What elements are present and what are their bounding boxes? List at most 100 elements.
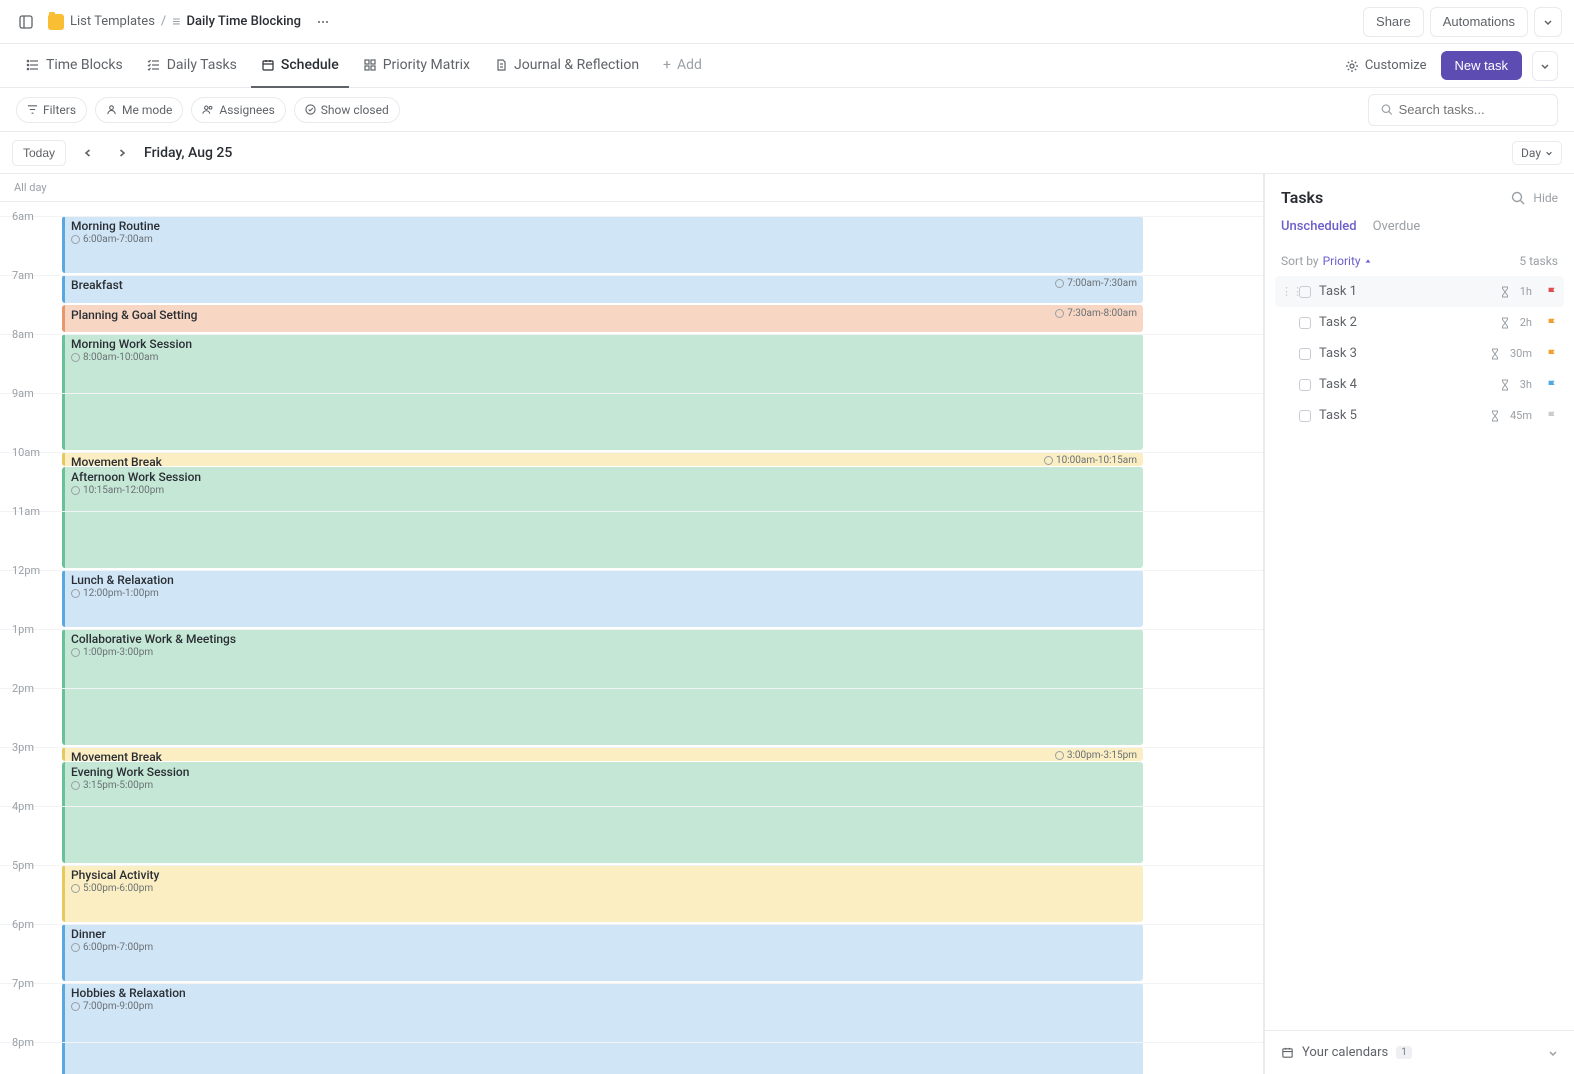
customize-label: Customize <box>1365 58 1427 73</box>
event-title: Movement Break <box>71 455 1137 466</box>
breadcrumb: List Templates / ≡ Daily Time Blocking <box>48 8 337 36</box>
tab-time-blocks[interactable]: Time Blocks <box>16 44 133 88</box>
task-name: Task 1 <box>1319 284 1492 299</box>
tab-journal-reflection[interactable]: Journal & Reflection <box>484 44 649 88</box>
calendar-event[interactable]: Collaborative Work & Meetings1:00pm-3:00… <box>62 629 1143 745</box>
automations-button[interactable]: Automations <box>1430 7 1528 37</box>
hour-label: 12pm <box>12 564 40 577</box>
tasks-search-icon[interactable] <box>1511 191 1525 205</box>
hour-row <box>0 1042 1263 1043</box>
event-time: 6:00am-7:00am <box>83 234 153 245</box>
calendar-event[interactable]: Physical Activity5:00pm-6:00pm <box>62 865 1143 922</box>
current-date: Friday, Aug 25 <box>144 145 232 161</box>
hourglass-icon <box>1500 286 1510 298</box>
calendar-event[interactable]: Breakfast7:00am-7:30am <box>62 275 1143 303</box>
tab-label: Schedule <box>281 57 339 73</box>
share-button[interactable]: Share <box>1363 7 1424 37</box>
today-button[interactable]: Today <box>12 140 66 166</box>
page-title[interactable]: Daily Time Blocking <box>186 14 301 29</box>
breadcrumb-separator: / <box>161 14 166 29</box>
task-item[interactable]: ⋮⋮Task 330m <box>1275 338 1564 369</box>
clock-icon <box>71 486 80 495</box>
list-icon <box>26 58 40 72</box>
search-input[interactable] <box>1399 102 1545 117</box>
view-mode-select[interactable]: Day <box>1512 141 1562 165</box>
task-checkbox[interactable] <box>1299 410 1311 422</box>
add-view-button[interactable]: + Add <box>653 44 712 88</box>
automations-dropdown[interactable] <box>1534 7 1562 37</box>
calendar-event[interactable]: Dinner6:00pm-7:00pm <box>62 924 1143 981</box>
calendar-event[interactable]: Lunch & Relaxation12:00pm-1:00pm <box>62 570 1143 627</box>
new-task-button[interactable]: New task <box>1441 51 1522 80</box>
tab-priority-matrix[interactable]: Priority Matrix <box>353 44 480 88</box>
task-item[interactable]: ⋮⋮Task 43h <box>1275 369 1564 400</box>
search-input-wrapper[interactable] <box>1368 94 1558 126</box>
hour-row <box>0 865 1263 866</box>
task-duration: 3h <box>1520 378 1532 391</box>
calendar-grid[interactable]: Morning Routine6:00am-7:00amBreakfast7:0… <box>0 202 1263 1074</box>
tab-label: Time Blocks <box>46 57 123 73</box>
tab-daily-tasks[interactable]: Daily Tasks <box>137 44 247 88</box>
calendar-event[interactable]: Movement Break10:00am-10:15am <box>62 452 1143 466</box>
hour-label: 8pm <box>12 1036 34 1049</box>
all-day-row[interactable]: All day <box>0 174 1263 202</box>
hourglass-icon <box>1500 379 1510 391</box>
flag-icon <box>1546 286 1558 298</box>
hour-row <box>0 570 1263 571</box>
me-mode-chip[interactable]: Me mode <box>95 97 183 123</box>
clock-icon <box>71 353 80 362</box>
sidebar-toggle-icon[interactable] <box>12 8 40 36</box>
hour-label: 2pm <box>12 682 34 695</box>
calendar-event[interactable]: Hobbies & Relaxation7:00pm-9:00pm <box>62 983 1143 1074</box>
calendar-icon <box>1281 1046 1294 1059</box>
tab-label: Journal & Reflection <box>514 57 639 73</box>
task-item[interactable]: ⋮⋮Task 545m <box>1275 400 1564 431</box>
task-duration: 2h <box>1520 316 1532 329</box>
assignees-chip[interactable]: Assignees <box>191 97 285 123</box>
tab-schedule[interactable]: Schedule <box>251 44 349 88</box>
calendar-event[interactable]: Morning Routine6:00am-7:00am <box>62 216 1143 273</box>
task-checkbox[interactable] <box>1299 379 1311 391</box>
hide-tasks-button[interactable]: Hide <box>1533 191 1558 205</box>
event-title: Morning Work Session <box>71 337 1137 351</box>
tab-overdue[interactable]: Overdue <box>1373 219 1421 238</box>
tab-unscheduled[interactable]: Unscheduled <box>1281 219 1357 238</box>
new-task-dropdown[interactable] <box>1532 51 1558 81</box>
hour-row <box>0 452 1263 453</box>
task-checkbox[interactable] <box>1299 286 1311 298</box>
calendar-event[interactable]: Movement Break3:00pm-3:15pm <box>62 747 1143 761</box>
prev-day-button[interactable] <box>76 141 100 165</box>
flag-icon <box>1546 410 1558 422</box>
more-icon[interactable] <box>309 8 337 36</box>
filters-chip[interactable]: Filters <box>16 97 87 123</box>
calendar-event[interactable]: Planning & Goal Setting7:30am-8:00am <box>62 305 1143 333</box>
task-item[interactable]: ⋮⋮Task 22h <box>1275 307 1564 338</box>
breadcrumb-parent[interactable]: List Templates <box>70 14 155 29</box>
your-calendars-toggle[interactable]: Your calendars 1 <box>1265 1030 1574 1074</box>
hour-row <box>0 629 1263 630</box>
customize-button[interactable]: Customize <box>1335 52 1437 79</box>
drag-handle-icon[interactable]: ⋮⋮ <box>1281 285 1291 298</box>
show-closed-chip[interactable]: Show closed <box>294 97 400 123</box>
event-time: 5:00pm-6:00pm <box>83 883 153 894</box>
event-time: 7:30am-8:00am <box>1067 308 1137 319</box>
tasks-icon <box>147 58 161 72</box>
hourglass-icon <box>1500 317 1510 329</box>
task-item[interactable]: ⋮⋮Task 11h <box>1275 276 1564 307</box>
event-time: 10:00am-10:15am <box>1056 455 1137 466</box>
hourglass-icon <box>1490 348 1500 360</box>
calendar-event[interactable]: Evening Work Session3:15pm-5:00pm <box>62 762 1143 863</box>
calendar-event[interactable]: Afternoon Work Session10:15am-12:00pm <box>62 467 1143 568</box>
calendar-event[interactable]: Morning Work Session8:00am-10:00am <box>62 334 1143 450</box>
sort-by-value[interactable]: Priority <box>1323 254 1372 268</box>
next-day-button[interactable] <box>110 141 134 165</box>
event-time: 6:00pm-7:00pm <box>83 942 153 953</box>
task-checkbox[interactable] <box>1299 317 1311 329</box>
task-checkbox[interactable] <box>1299 348 1311 360</box>
plus-icon: + <box>663 57 671 73</box>
event-title: Planning & Goal Setting <box>71 308 1137 322</box>
clock-icon <box>71 884 80 893</box>
event-time: 3:00pm-3:15pm <box>1067 750 1137 761</box>
task-count: 5 tasks <box>1519 254 1558 268</box>
hour-label: 6pm <box>12 918 34 931</box>
